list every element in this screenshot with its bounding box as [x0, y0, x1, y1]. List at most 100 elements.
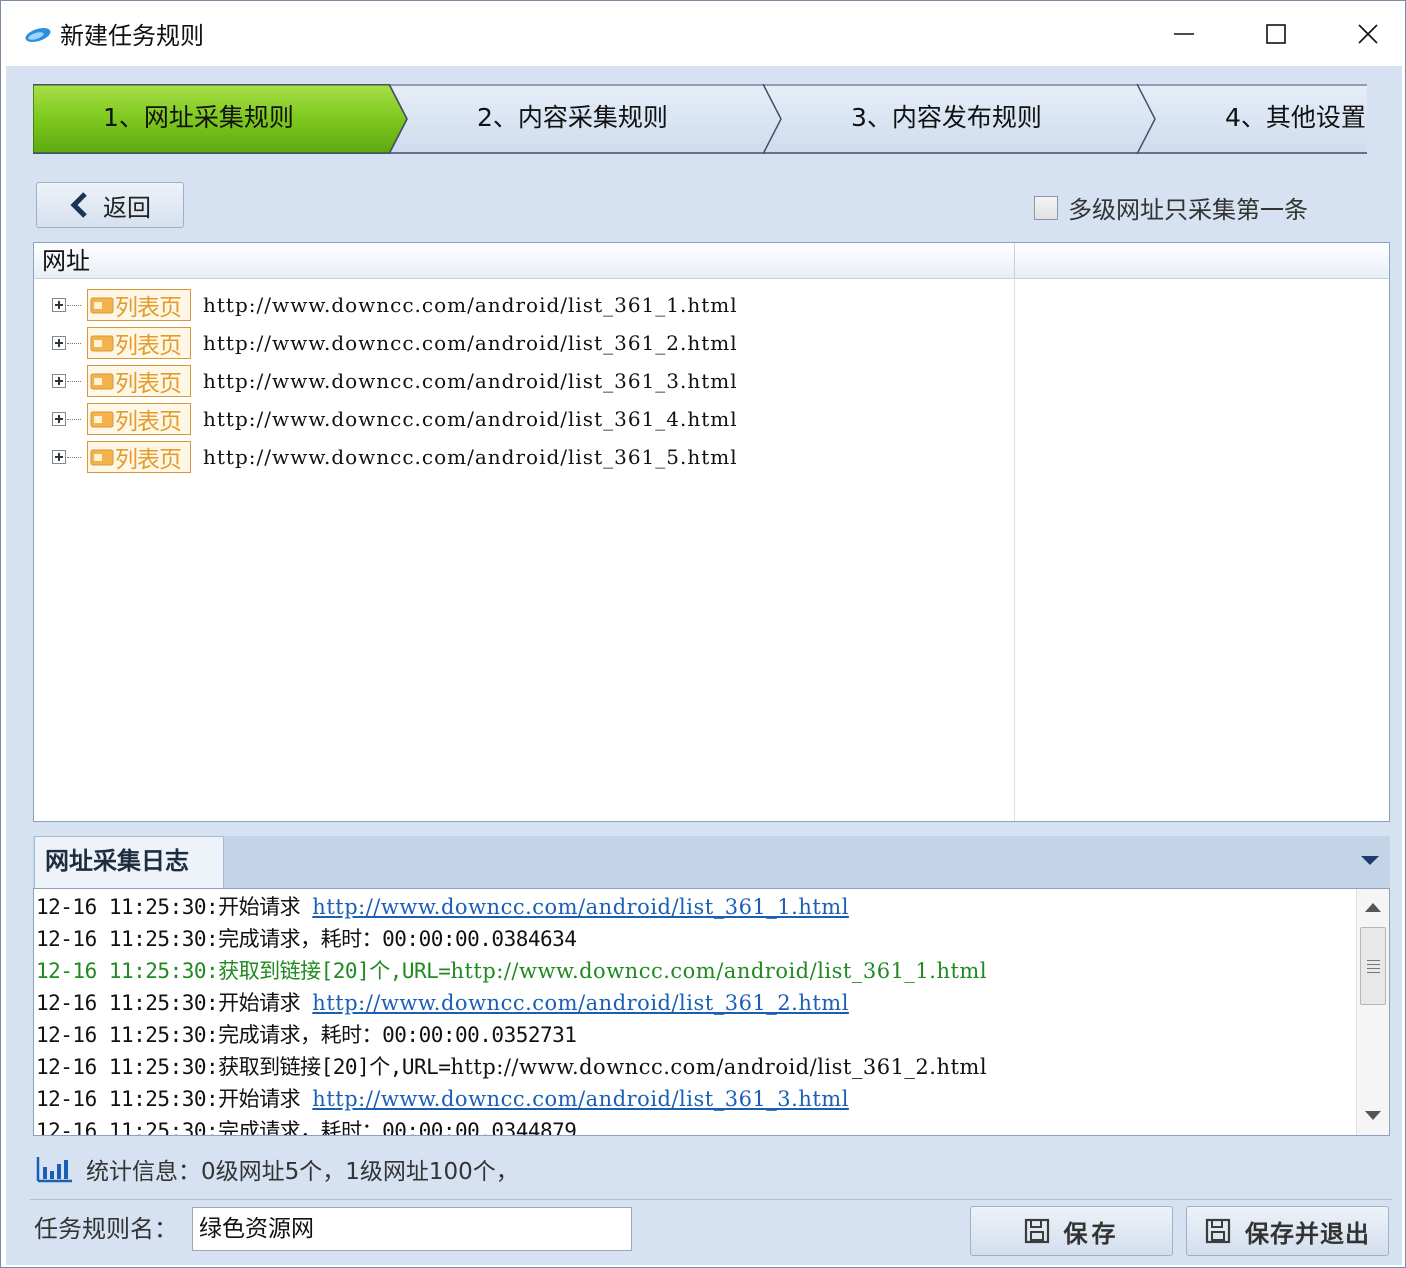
log-scrollbar[interactable]	[1356, 889, 1389, 1135]
row-url: http://www.downcc.com/android/list_361_1…	[203, 293, 738, 317]
log-link[interactable]: http://www.downcc.com/android/list_361_2…	[312, 991, 849, 1015]
step-other-settings[interactable]: 4、其他设置	[1225, 84, 1366, 154]
column-header-url[interactable]: 网址	[42, 243, 90, 279]
tree-connector	[67, 342, 81, 344]
rule-name-label: 任务规则名：	[34, 1215, 178, 1243]
expand-icon[interactable]	[52, 450, 66, 464]
multi-level-checkbox-label: 多级网址只采集第一条	[1068, 196, 1308, 224]
minimize-icon	[1174, 33, 1194, 35]
maximize-icon	[1266, 24, 1286, 44]
expand-icon[interactable]	[52, 374, 66, 388]
tree-row[interactable]: 列表页 http://www.downcc.com/android/list_3…	[52, 402, 738, 436]
list-page-tag: 列表页	[87, 327, 191, 359]
list-page-tag: 列表页	[87, 441, 191, 473]
save-and-exit-button[interactable]: 保存并退出	[1186, 1206, 1389, 1256]
page-tag-label: 列表页	[115, 333, 182, 359]
url-tree-grid: 网址 列表页 http://www.downcc.com/android/lis…	[33, 242, 1390, 822]
tab-url-collect-log[interactable]: 网址采集日志	[34, 836, 224, 888]
scroll-down-arrow-icon[interactable]	[1365, 1111, 1381, 1120]
wizard-steps: 1、网址采集规则 2、内容采集规则 3、内容发布规则 4、其他设置	[33, 84, 1367, 154]
tree-row[interactable]: 列表页 http://www.downcc.com/android/list_3…	[52, 288, 738, 322]
log-tab-bar: 网址采集日志	[33, 836, 1390, 888]
window-title: 新建任务规则	[60, 22, 204, 50]
column-gridline	[1014, 279, 1015, 821]
minimize-button[interactable]	[1138, 2, 1230, 66]
log-line: 12-16 11:25:30:完成请求，耗时：00:00:00.0352731	[36, 1019, 1354, 1051]
tree-connector	[67, 418, 81, 420]
log-line: 12-16 11:25:30:获取到链接[20]个,URL=http://www…	[36, 955, 1354, 987]
back-button[interactable]: 返回	[36, 182, 184, 228]
list-page-tag: 列表页	[87, 365, 191, 397]
tree-row[interactable]: 列表页 http://www.downcc.com/android/list_3…	[52, 440, 738, 474]
log-text: 12-16 11:25:30:获取到链接[20]个,URL=	[36, 1055, 451, 1079]
tree-connector	[67, 304, 81, 306]
expand-icon[interactable]	[52, 336, 66, 350]
expand-icon[interactable]	[52, 298, 66, 312]
log-text: 12-16 11:25:30:开始请求	[36, 991, 313, 1015]
log-link[interactable]: http://www.downcc.com/android/list_361_3…	[312, 1087, 849, 1111]
scroll-up-arrow-icon[interactable]	[1365, 903, 1381, 912]
multi-level-checkbox[interactable]	[1034, 195, 1058, 220]
log-text: 12-16 11:25:30:开始请求	[36, 895, 313, 919]
save-and-exit-button-label: 保存并退出	[1245, 1219, 1370, 1248]
page-tag-label: 列表页	[115, 447, 182, 473]
close-icon	[1358, 24, 1378, 44]
log-line: 12-16 11:25:30:开始请求 http://www.downcc.co…	[36, 987, 1354, 1019]
log-line: 12-16 11:25:30:完成请求，耗时：00:00:00.0384634	[36, 923, 1354, 955]
tree-row[interactable]: 列表页 http://www.downcc.com/android/list_3…	[52, 326, 738, 360]
step-url-collect[interactable]: 1、网址采集规则	[103, 84, 294, 154]
back-button-label: 返回	[103, 193, 151, 222]
step-content-publish[interactable]: 3、内容发布规则	[851, 84, 1042, 154]
list-page-icon	[90, 335, 114, 352]
step-content-collect[interactable]: 2、内容采集规则	[477, 84, 668, 154]
close-button[interactable]	[1322, 2, 1406, 66]
page-tag-label: 列表页	[115, 409, 182, 435]
log-text: 12-16 11:25:30:完成请求，耗时：00:00:00.0384634	[36, 927, 577, 951]
scrollbar-thumb[interactable]	[1360, 927, 1386, 1005]
row-url: http://www.downcc.com/android/list_361_4…	[203, 407, 738, 431]
collapse-arrow-icon[interactable]	[1361, 856, 1379, 865]
log-line: 12-16 11:25:30:获取到链接[20]个,URL=http://www…	[36, 1051, 1354, 1083]
chevron-left-icon	[70, 192, 87, 218]
row-url: http://www.downcc.com/android/list_361_3…	[203, 369, 738, 393]
rule-name-input[interactable]: 绿色资源网	[192, 1207, 632, 1251]
column-divider[interactable]	[1014, 243, 1015, 279]
log-link[interactable]: http://www.downcc.com/android/list_361_1…	[312, 895, 849, 919]
log-text: 12-16 11:25:30:开始请求	[36, 1087, 313, 1111]
log-url-text: http://www.downcc.com/android/list_361_2…	[450, 1055, 988, 1079]
bar-chart-icon	[36, 1157, 72, 1183]
tree-row[interactable]: 列表页 http://www.downcc.com/android/list_3…	[52, 364, 738, 398]
dialog-body: 1、网址采集规则 2、内容采集规则 3、内容发布规则 4、其他设置 返回 多级网…	[6, 66, 1402, 1265]
grid-header: 网址	[34, 243, 1389, 279]
log-url-text: http://www.downcc.com/android/list_361_1…	[450, 959, 988, 983]
maximize-button[interactable]	[1230, 2, 1322, 66]
save-button-label: 保存	[1063, 1219, 1120, 1248]
log-panel: 12-16 11:25:30:开始请求 http://www.downcc.co…	[33, 888, 1390, 1136]
log-text: 12-16 11:25:30:获取到链接[20]个,URL=	[36, 959, 451, 983]
save-button[interactable]: 保存	[970, 1206, 1173, 1256]
expand-icon[interactable]	[52, 412, 66, 426]
page-tag-label: 列表页	[115, 371, 182, 397]
statistics-bar: 统计信息：0级网址5个，1级网址100个，	[36, 1152, 519, 1186]
log-text: 12-16 11:25:30:完成请求，耗时：00:00:00.0352731	[36, 1023, 577, 1047]
footer-divider	[30, 1199, 1392, 1200]
floppy-disk-icon	[1024, 1218, 1049, 1244]
list-page-icon	[90, 297, 114, 314]
tree-connector	[67, 380, 81, 382]
log-line: 12-16 11:25:30:完成请求，耗时：00:00:00.0344879	[36, 1115, 1354, 1136]
list-page-icon	[90, 449, 114, 466]
log-lines: 12-16 11:25:30:开始请求 http://www.downcc.co…	[36, 891, 1354, 1136]
app-logo-icon	[25, 28, 51, 42]
statistics-text: 统计信息：0级网址5个，1级网址100个，	[86, 1159, 519, 1185]
list-page-icon	[90, 373, 114, 390]
log-line: 12-16 11:25:30:开始请求 http://www.downcc.co…	[36, 1083, 1354, 1115]
floppy-disk-icon	[1205, 1218, 1231, 1244]
row-url: http://www.downcc.com/android/list_361_2…	[203, 331, 738, 355]
log-text: 12-16 11:25:30:完成请求，耗时：00:00:00.0344879	[36, 1119, 577, 1136]
list-page-tag: 列表页	[87, 289, 191, 321]
multi-level-first-only-option[interactable]: 多级网址只采集第一条	[1034, 190, 1308, 225]
log-line: 12-16 11:25:30:开始请求 http://www.downcc.co…	[36, 891, 1354, 923]
page-tag-label: 列表页	[115, 295, 182, 321]
row-url: http://www.downcc.com/android/list_361_5…	[203, 445, 738, 469]
tree-connector	[67, 456, 81, 458]
